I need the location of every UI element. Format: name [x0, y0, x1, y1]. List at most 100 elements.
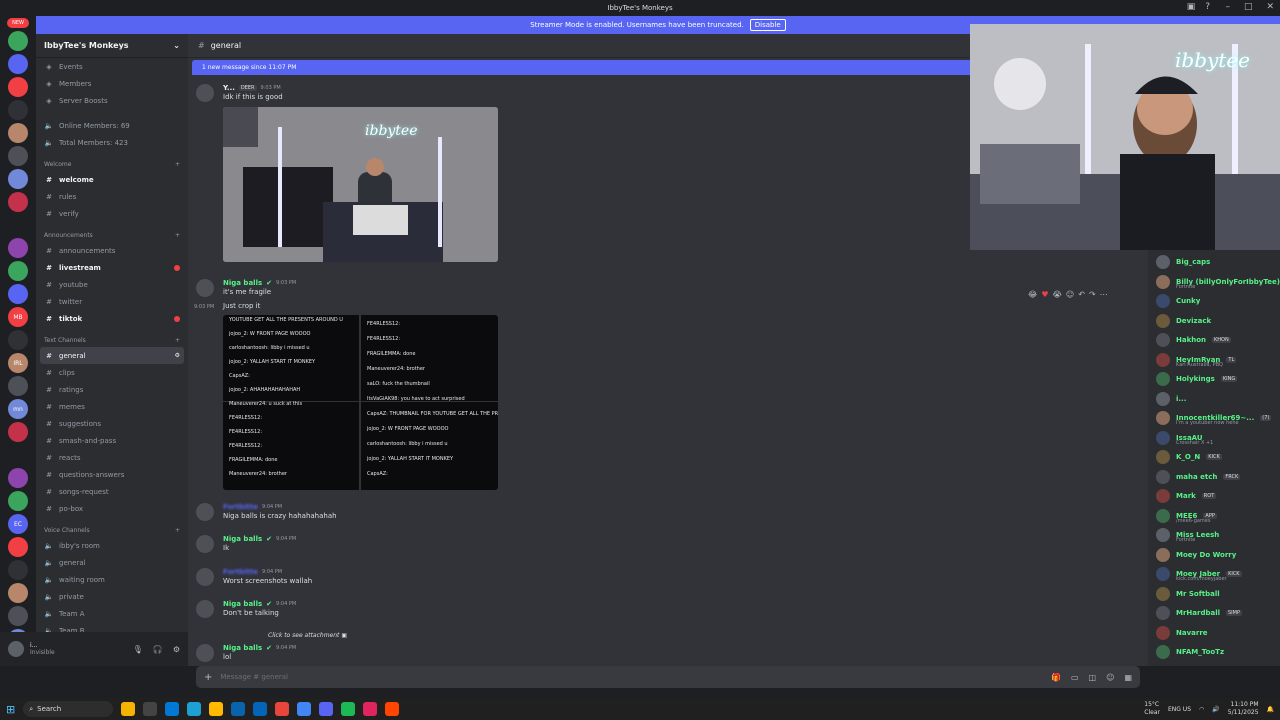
sticker-icon[interactable]: ◫ — [1089, 673, 1097, 682]
member-item[interactable]: Innocentkiller69~... (7) I'm a youtuber no… — [1156, 408, 1280, 428]
member-item[interactable]: Navarre — [1156, 623, 1280, 643]
message-author[interactable]: Fortbitte — [223, 503, 258, 511]
microphone-icon[interactable]: 🎙 — [133, 645, 143, 654]
locale[interactable]: ENG US — [1168, 706, 1191, 713]
channel-tiktok[interactable]: # tiktok — [36, 310, 188, 327]
app-icon[interactable] — [143, 702, 158, 716]
server-icon[interactable] — [8, 54, 28, 74]
member-stat-channel[interactable]: 🔈 Total Members: 423 — [36, 134, 188, 151]
plus-icon[interactable]: + — [204, 672, 212, 683]
server-icon[interactable] — [8, 445, 28, 465]
server-icon[interactable] — [8, 261, 28, 281]
gear-icon[interactable]: ⚙ — [173, 645, 180, 654]
server-icon[interactable] — [8, 284, 28, 304]
channel-livestream[interactable]: # livestream — [36, 259, 188, 276]
server-icon[interactable] — [8, 583, 28, 603]
headphones-icon[interactable]: 🎧 — [153, 645, 163, 654]
taskbar-search[interactable]: ⌕ Search — [23, 701, 114, 717]
server-icon[interactable] — [8, 146, 28, 166]
member-item[interactable]: Hakhon KHON — [1156, 330, 1280, 350]
maximize-icon[interactable]: □ — [1244, 2, 1253, 12]
channel-waiting-room[interactable]: 🔈 waiting room — [36, 571, 188, 588]
server-header[interactable]: IbbyTee's Monkeys ⌄ — [36, 34, 188, 58]
app-icon[interactable] — [231, 702, 246, 716]
channel-suggestions[interactable]: # suggestions — [36, 415, 188, 432]
channel-ibby-s-room[interactable]: 🔈 ibby's room — [36, 537, 188, 554]
sidebar-item-events[interactable]: ◈ Events — [36, 58, 188, 75]
server-icon[interactable] — [8, 100, 28, 120]
member-item[interactable]: MEE6 APP/mee6-games — [1156, 506, 1280, 526]
channel-smash-and-pass[interactable]: # smash-and-pass — [36, 432, 188, 449]
channel-category[interactable]: Welcome + — [36, 157, 188, 171]
volume-icon[interactable]: 🔊 — [1212, 706, 1219, 713]
app-icon[interactable] — [209, 702, 224, 716]
add-channel-icon[interactable]: + — [175, 161, 180, 168]
app-icon[interactable] — [275, 702, 290, 716]
notification-icon[interactable]: 🔔 — [1267, 706, 1274, 713]
screenshot-attachment[interactable]: YOUTUBE GET ALL THE PRESENTS AROUND U joj… — [223, 315, 498, 490]
sidebar-item-members[interactable]: ◈ Members — [36, 75, 188, 92]
avatar[interactable] — [196, 644, 214, 662]
server-icon[interactable] — [8, 491, 28, 511]
image-attachment[interactable]: ibbytee — [223, 107, 498, 262]
member-item[interactable]: Big_caps — [1156, 252, 1280, 272]
channel-welcome[interactable]: # welcome — [36, 171, 188, 188]
channel-rules[interactable]: # rules — [36, 188, 188, 205]
message-author[interactable]: Niga balls — [223, 279, 262, 287]
avatar[interactable] — [8, 641, 24, 657]
app-icon[interactable] — [363, 702, 378, 716]
reply-icon[interactable]: ↶ — [1078, 290, 1085, 299]
server-icon[interactable] — [8, 560, 28, 580]
server-icon[interactable] — [8, 238, 28, 258]
server-icon[interactable]: EC — [8, 514, 28, 534]
member-item[interactable]: Holykings KING — [1156, 369, 1280, 389]
channel-category[interactable]: Text Channels + — [36, 333, 188, 347]
member-item[interactable]: K_O_N KICK — [1156, 447, 1280, 467]
message-author[interactable]: Niga balls — [223, 535, 262, 543]
member-item[interactable]: MrHardball SIMP — [1156, 603, 1280, 623]
close-icon[interactable]: ✕ — [1266, 2, 1274, 12]
server-icon[interactable] — [8, 376, 28, 396]
message-author[interactable]: Niga balls — [223, 600, 262, 608]
server-icon[interactable] — [8, 123, 28, 143]
channel-ratings[interactable]: # ratings — [36, 381, 188, 398]
clock[interactable]: 11:10 PM 5/11/2025 — [1228, 701, 1259, 717]
channel-announcements[interactable]: # announcements — [36, 242, 188, 259]
member-item[interactable]: Moey Jaber KICK kick.com/moeyjaber — [1156, 564, 1280, 584]
server-icon[interactable] — [8, 169, 28, 189]
server-icon[interactable] — [8, 422, 28, 442]
server-icon[interactable] — [8, 606, 28, 626]
channel-general[interactable]: # general ⚙ — [40, 347, 184, 364]
member-item[interactable]: Mark ROT — [1156, 486, 1280, 506]
member-item[interactable]: i... — [1156, 389, 1280, 409]
app-icon[interactable] — [297, 702, 312, 716]
app-icon[interactable] — [165, 702, 180, 716]
message-author[interactable]: Niga balls — [223, 644, 262, 652]
server-icon[interactable] — [8, 77, 28, 97]
gear-icon[interactable]: ⚙ — [175, 352, 180, 359]
emoji-reaction-icon[interactable]: 😂 — [1028, 290, 1037, 299]
member-item[interactable]: Billy (billyOnlyForIbbyTee) Fortnite — [1156, 272, 1280, 292]
sidebar-item-server-boosts[interactable]: ◈ Server Boosts — [36, 92, 188, 109]
channel-clips[interactable]: # clips — [36, 364, 188, 381]
server-icon[interactable] — [8, 215, 28, 235]
windows-start-icon[interactable]: ⊞ — [6, 703, 15, 716]
server-icon[interactable] — [8, 468, 28, 488]
member-item[interactable]: Mr Softball — [1156, 584, 1280, 604]
add-channel-icon[interactable]: + — [175, 232, 180, 239]
avatar[interactable] — [196, 503, 214, 521]
app-icon[interactable] — [385, 702, 400, 716]
wifi-icon[interactable]: ◠ — [1199, 706, 1204, 713]
channel-twitter[interactable]: # twitter — [36, 293, 188, 310]
app-icon[interactable] — [341, 702, 356, 716]
more-icon[interactable]: ⋯ — [1100, 290, 1108, 299]
channel-verify[interactable]: # verify — [36, 205, 188, 222]
disable-streamer-mode-button[interactable]: Disable — [749, 19, 786, 31]
message-input[interactable]: Message # general — [220, 673, 288, 681]
server-icon[interactable]: IRL — [8, 353, 28, 373]
member-item[interactable]: Moey Do Worry — [1156, 545, 1280, 565]
member-item[interactable]: Devizack — [1156, 311, 1280, 331]
server-icon[interactable] — [8, 330, 28, 350]
channel-reacts[interactable]: # reacts — [36, 449, 188, 466]
attachment-reply-line[interactable]: Click to see attachment ▣ — [268, 632, 347, 639]
